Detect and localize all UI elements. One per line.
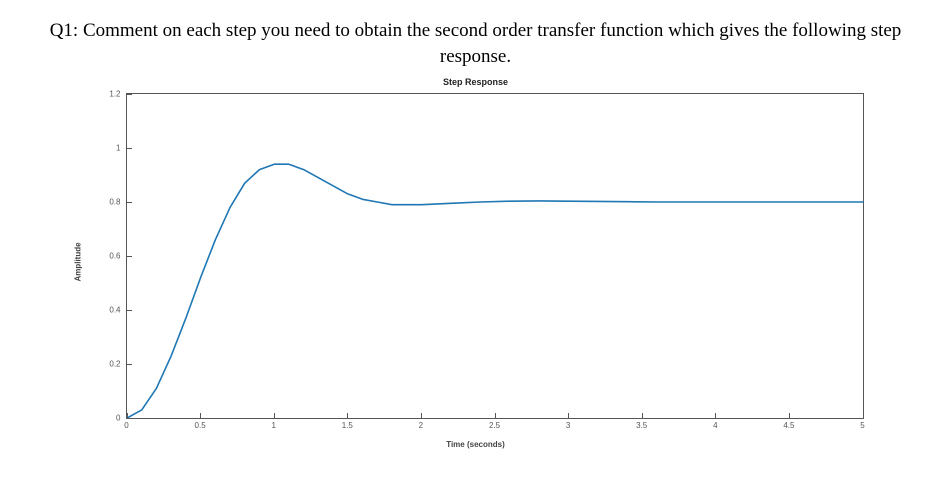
x-tick-label: 0.5: [195, 421, 206, 430]
y-tick-mark: [127, 148, 132, 149]
question-body: Comment on each step you need to obtain …: [83, 20, 901, 67]
x-tick-mark: [200, 413, 201, 418]
plot-box: 00.511.522.533.544.5500.20.40.60.811.2: [126, 93, 864, 419]
y-tick-mark: [127, 364, 132, 365]
y-tick-mark: [127, 310, 132, 311]
x-tick-mark: [863, 413, 864, 418]
page: Q1: Comment on each step you need to obt…: [0, 0, 951, 501]
y-axis-label: Amplitude: [73, 243, 82, 282]
x-axis-label: Time (seconds): [86, 440, 866, 449]
x-tick-label: 5: [860, 421, 864, 430]
series-response: [127, 164, 863, 418]
y-tick-mark: [127, 94, 132, 95]
y-tick-label: 0.6: [97, 252, 121, 261]
step-response-chart: Step Response Amplitude Time (seconds) 0…: [86, 77, 866, 447]
x-tick-label: 1.5: [342, 421, 353, 430]
y-tick-label: 0: [97, 414, 121, 423]
x-tick-label: 3: [566, 421, 570, 430]
y-tick-label: 1: [97, 144, 121, 153]
y-tick-label: 1.2: [97, 90, 121, 99]
y-tick-label: 0.4: [97, 306, 121, 315]
x-tick-label: 3.5: [636, 421, 647, 430]
question-text: Q1: Comment on each step you need to obt…: [36, 18, 916, 69]
question-prefix: Q1:: [50, 20, 83, 41]
x-tick-mark: [347, 413, 348, 418]
x-tick-mark: [789, 413, 790, 418]
x-tick-label: 0: [124, 421, 128, 430]
x-tick-label: 2.5: [489, 421, 500, 430]
chart-title: Step Response: [86, 77, 866, 87]
y-tick-label: 0.2: [97, 360, 121, 369]
x-tick-label: 1: [271, 421, 275, 430]
x-tick-label: 4: [713, 421, 717, 430]
x-tick-mark: [642, 413, 643, 418]
x-tick-mark: [568, 413, 569, 418]
y-tick-mark: [127, 256, 132, 257]
y-tick-mark: [127, 202, 132, 203]
x-tick-mark: [421, 413, 422, 418]
y-tick-label: 0.8: [97, 198, 121, 207]
x-tick-label: 4.5: [783, 421, 794, 430]
response-curve: [127, 94, 863, 418]
x-tick-label: 2: [419, 421, 423, 430]
x-tick-mark: [715, 413, 716, 418]
x-tick-mark: [495, 413, 496, 418]
x-tick-mark: [274, 413, 275, 418]
y-tick-mark: [127, 418, 132, 419]
